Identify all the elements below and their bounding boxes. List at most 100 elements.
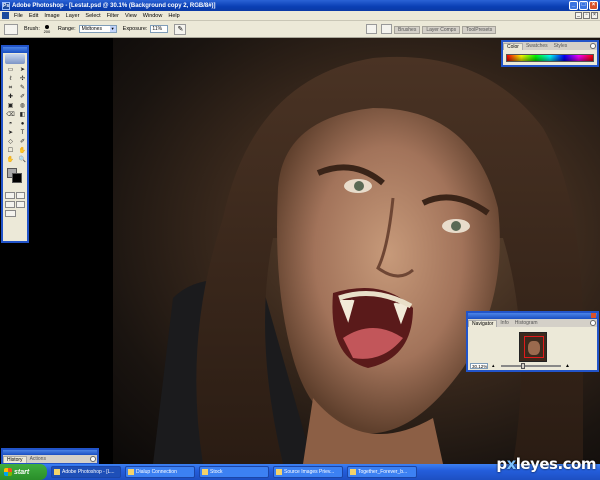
close-icon[interactable] [591,313,596,318]
eraser-tool-icon[interactable]: ⌫ [5,111,16,119]
standard-mode-button[interactable] [5,192,15,199]
photoshop-feather-logo[interactable] [5,54,25,64]
tab-swatches[interactable]: Swatches [523,43,551,50]
minimize-button[interactable]: _ [569,1,578,10]
notes-tool-icon[interactable]: ☐ [5,147,16,155]
menu-bar: File Edit Image Layer Select Filter View… [0,11,600,21]
edit-mode-row [3,191,27,200]
folder-icon [276,469,282,475]
pxleyes-watermark: pxleyes.com [496,455,596,473]
maximize-button[interactable]: □ [579,1,588,10]
marquee-tool-icon[interactable]: ▭ [5,66,16,74]
zoom-out-icon[interactable]: ▴ [492,363,497,369]
dodge-tool-icon[interactable]: ● [17,120,28,128]
tab-histogram[interactable]: Histogram [512,320,541,327]
task-label: Dialup Connection [136,469,177,475]
file-browser-icon[interactable] [366,24,377,34]
start-button[interactable]: start [0,464,47,480]
slice-tool-icon[interactable]: ✎ [17,84,28,92]
doc-minimize-button[interactable]: _ [575,12,582,19]
menu-layer[interactable]: Layer [63,13,83,19]
eyedropper-tool-icon[interactable]: ✋ [17,147,28,155]
face [277,108,500,434]
magic-wand-tool-icon[interactable]: ✣ [17,75,28,83]
doc-restore-button[interactable]: ▫ [583,12,590,19]
brush-tool-icon[interactable]: ✐ [17,93,28,101]
color-spectrum-bar[interactable] [506,54,594,62]
portrait-image [153,56,583,464]
navigator-panel: Navigator Info Histogram 30.12% ▴ ▲ [466,311,599,372]
menu-image[interactable]: Image [41,13,62,19]
taskbar-item-together-forever[interactable]: Together_Forever_b... [347,466,417,478]
zoom-tool-icon[interactable]: 🔍 [17,156,28,164]
screen-mode-standard-button[interactable] [5,201,15,208]
menu-help[interactable]: Help [165,13,182,19]
menu-filter[interactable]: Filter [104,13,122,19]
tab-history[interactable]: History [3,456,27,463]
tab-actions[interactable]: Actions [27,456,49,463]
close-button[interactable]: × [589,1,598,10]
tab-info[interactable]: Info [497,320,511,327]
color-palette-panel: Color Swatches Styles [501,40,599,67]
title-bar: Ps Adobe Photoshop - [Lestat.psd @ 30.1%… [0,0,600,11]
range-select[interactable]: Midtones ▼ [78,25,117,33]
view-box-indicator[interactable] [524,336,544,358]
pen-tool-icon[interactable]: ◇ [5,138,16,146]
zoom-slider[interactable] [501,363,561,369]
airbrush-toggle-icon[interactable]: ✎ [174,23,187,35]
tab-navigator[interactable]: Navigator [468,320,498,327]
brush-picker[interactable]: 200 [42,24,52,35]
palette-well: Brushes Layer Comps ToolPresets [394,26,497,34]
screen-mode-full-button[interactable] [15,201,25,208]
background-color-swatch[interactable] [12,173,22,183]
tool-preset-picker[interactable] [4,23,18,35]
exposure-label: Exposure: [122,26,148,32]
zoom-in-icon[interactable]: ▲ [565,363,570,369]
menu-view[interactable]: View [122,13,140,19]
taskbar-item-stock[interactable]: Stock [199,466,269,478]
toolbox-title-bar[interactable] [3,47,27,53]
tab-color[interactable]: Color [503,43,523,50]
exposure-input[interactable]: 11% [150,25,169,33]
zoom-slider-knob[interactable] [521,363,525,369]
well-tab-tool-presets[interactable]: ToolPresets [462,26,497,34]
document-canvas[interactable] [113,38,600,464]
document-icon[interactable] [2,12,9,19]
well-tab-layer-comps[interactable]: Layer Comps [422,26,461,34]
panel-menu-icon[interactable] [590,43,596,49]
menu-file[interactable]: File [11,13,26,19]
blur-tool-icon[interactable]: ◓ [5,120,16,128]
gradient-tool-icon[interactable]: ◧ [17,111,28,119]
menu-edit[interactable]: Edit [26,13,41,19]
right-iris [451,221,461,231]
crop-tool-icon[interactable]: ⌗ [5,84,16,92]
jump-to-imageready-button[interactable] [5,210,16,217]
doc-close-button[interactable]: × [591,12,598,19]
healing-brush-tool-icon[interactable]: ✚ [5,93,16,101]
shape-tool-icon[interactable]: ✐ [17,138,28,146]
brush-label: Brush: [24,26,40,32]
menu-select[interactable]: Select [82,13,103,19]
taskbar-item-source-images[interactable]: Source Images Priev... [273,466,343,478]
navigator-thumbnail[interactable] [519,332,547,362]
task-label: Stock [210,469,223,475]
tab-styles[interactable]: Styles [551,43,571,50]
panel-menu-icon[interactable] [590,320,596,326]
taskbar-item-dialup[interactable]: Dialup Connection [125,466,195,478]
clone-stamp-tool-icon[interactable]: ▣ [5,102,16,110]
task-label: Together_Forever_b... [358,469,408,475]
history-brush-tool-icon[interactable]: ◍ [17,102,28,110]
photoshop-app-icon[interactable]: Ps [2,1,10,10]
hand-tool-icon[interactable]: ✋ [5,156,16,164]
menu-window[interactable]: Window [140,13,166,19]
quick-mask-mode-button[interactable] [15,192,25,199]
path-selection-tool-icon[interactable]: ➤ [5,129,16,137]
move-tool-icon[interactable]: ➤ [17,66,28,74]
palette-toggle-icon[interactable] [381,24,392,34]
lasso-tool-icon[interactable]: ℓ [5,75,16,83]
taskbar-item-photoshop[interactable]: Adobe Photoshop - [L... [51,466,121,478]
well-tab-brushes[interactable]: Brushes [394,26,421,34]
type-tool-icon[interactable]: T [17,129,28,137]
zoom-input[interactable]: 30.12% [470,363,488,369]
panel-menu-icon[interactable] [90,456,96,462]
